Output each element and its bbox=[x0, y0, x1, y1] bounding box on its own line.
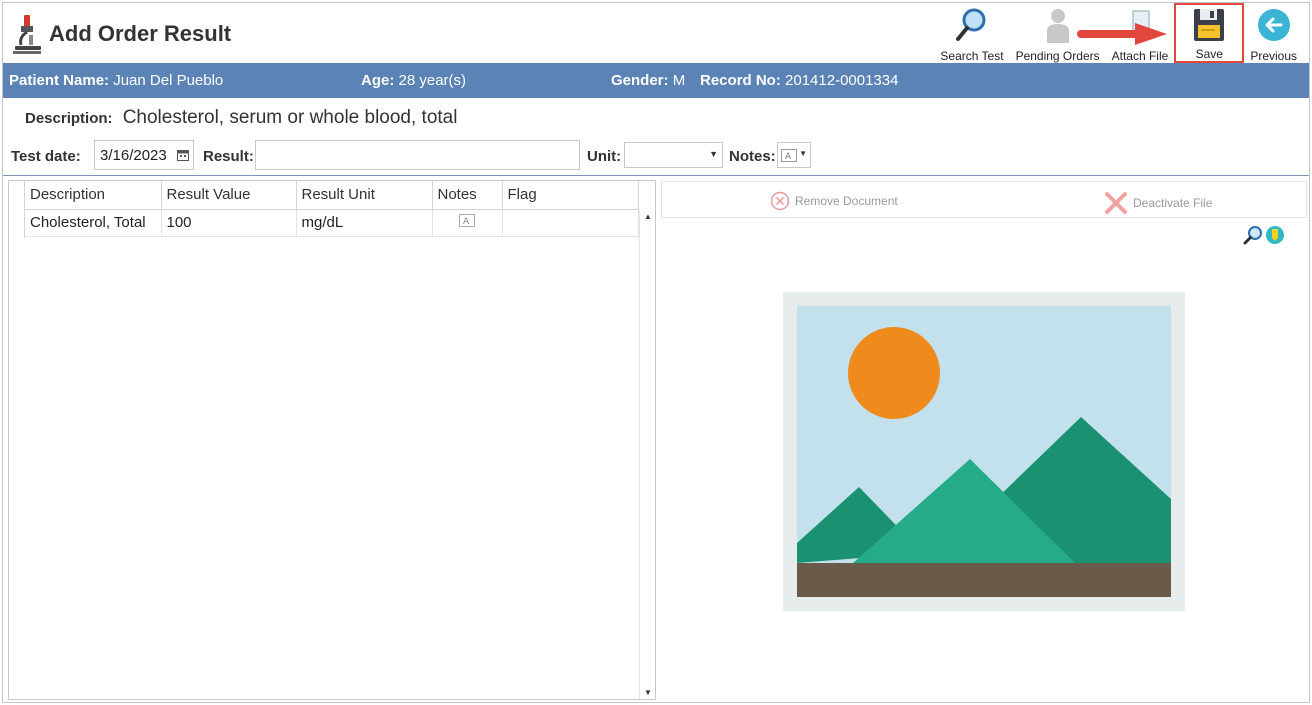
test-date-label: Test date: bbox=[11, 148, 81, 165]
magnifier-icon bbox=[955, 8, 986, 41]
deactivate-file-label: Deactivate File bbox=[1133, 196, 1213, 210]
chevron-down-icon: ▼ bbox=[799, 149, 807, 158]
results-grid: Description Result Value Result Unit Not… bbox=[8, 180, 656, 700]
sun bbox=[848, 327, 940, 419]
result-form: Test date: 3/16/2023 Result: Unit: ▼ Not… bbox=[3, 139, 1309, 171]
remove-circle-icon bbox=[770, 191, 790, 211]
unit-select[interactable]: ▼ bbox=[624, 142, 723, 168]
notes-icon: A bbox=[781, 149, 797, 162]
previous-button[interactable]: Previous bbox=[1244, 5, 1303, 63]
floppy-disk-icon bbox=[1194, 9, 1225, 41]
save-button[interactable]: Save bbox=[1174, 3, 1245, 63]
column-header-result-value[interactable]: Result Value bbox=[161, 181, 297, 210]
zoom-icon[interactable] bbox=[1243, 225, 1263, 245]
microscope-icon bbox=[13, 15, 41, 54]
cell-notes[interactable]: A bbox=[432, 209, 503, 237]
attach-file-label: Attach File bbox=[1111, 49, 1169, 63]
cell-description[interactable]: Cholesterol, Total bbox=[25, 209, 162, 237]
svg-text:A: A bbox=[785, 152, 792, 162]
patient-gender: Gender: M bbox=[611, 72, 686, 89]
scroll-up-icon[interactable]: ▲ bbox=[644, 212, 652, 221]
results-table: Description Result Value Result Unit Not… bbox=[25, 181, 639, 237]
patient-info-bar: Patient Name: Juan Del Pueblo Age: 28 ye… bbox=[3, 63, 1309, 98]
notes-button[interactable]: A ▼ bbox=[777, 142, 811, 168]
column-header-result-unit[interactable]: Result Unit bbox=[296, 181, 433, 210]
notes-label: Notes: bbox=[729, 148, 776, 165]
pending-orders-label: Pending Orders bbox=[1015, 49, 1100, 63]
search-test-label: Search Test bbox=[940, 49, 1004, 63]
back-arrow-icon bbox=[1257, 9, 1290, 41]
chevron-down-icon: ▼ bbox=[709, 149, 718, 159]
deactivate-file-button[interactable]: Deactivate File bbox=[1104, 191, 1212, 215]
row-selector-column bbox=[9, 181, 25, 238]
table-header-row: Description Result Value Result Unit Not… bbox=[25, 181, 639, 210]
search-test-button[interactable]: Search Test bbox=[934, 5, 1009, 63]
description-value: Cholesterol, serum or whole blood, total bbox=[122, 107, 458, 128]
previous-label: Previous bbox=[1250, 49, 1297, 63]
cell-result-unit[interactable]: mg/dL bbox=[296, 209, 433, 237]
cell-result-value[interactable]: 100 bbox=[161, 209, 297, 237]
test-date-value: 3/16/2023 bbox=[100, 147, 167, 164]
save-label: Save bbox=[1195, 47, 1223, 61]
person-icon bbox=[1046, 9, 1069, 43]
result-input[interactable] bbox=[255, 140, 580, 170]
cell-flag[interactable] bbox=[502, 209, 639, 237]
notes-icon[interactable]: A bbox=[459, 214, 475, 227]
image-placeholder bbox=[783, 292, 1185, 611]
annotation-arrow-icon bbox=[1077, 23, 1167, 45]
description-row: Description: Cholesterol, serum or whole… bbox=[25, 107, 457, 129]
page-title: Add Order Result bbox=[49, 21, 232, 46]
app-window: Add Order Result Search Test Pending Ord… bbox=[2, 2, 1310, 703]
svg-text:A: A bbox=[463, 217, 470, 227]
description-label: Description: bbox=[25, 110, 113, 127]
result-label: Result: bbox=[203, 148, 254, 165]
remove-document-button[interactable]: Remove Document bbox=[770, 191, 898, 211]
patient-name: Patient Name: Juan Del Pueblo bbox=[9, 72, 224, 89]
viewer-controls bbox=[1243, 225, 1285, 245]
column-header-description[interactable]: Description bbox=[25, 181, 162, 210]
column-header-notes[interactable]: Notes bbox=[432, 181, 503, 210]
calendar-icon[interactable] bbox=[177, 149, 189, 161]
download-icon[interactable] bbox=[1265, 225, 1285, 245]
divider bbox=[3, 175, 1309, 176]
scroll-down-icon[interactable]: ▼ bbox=[644, 688, 652, 697]
vertical-scrollbar[interactable]: ▲ ▼ bbox=[639, 210, 655, 699]
close-x-icon bbox=[1105, 192, 1127, 214]
unit-label: Unit: bbox=[587, 148, 622, 165]
column-header-flag[interactable]: Flag bbox=[502, 181, 639, 210]
patient-age: Age: 28 year(s) bbox=[361, 72, 467, 89]
patient-record: Record No: 201412-0001334 bbox=[700, 72, 899, 89]
table-row[interactable]: Cholesterol, Total 100 mg/dL A bbox=[25, 209, 639, 237]
remove-document-label: Remove Document bbox=[795, 194, 898, 208]
document-toolbar: Remove Document Deactivate File bbox=[661, 181, 1307, 218]
ground bbox=[797, 563, 1171, 597]
test-date-input[interactable]: 3/16/2023 bbox=[94, 140, 194, 170]
